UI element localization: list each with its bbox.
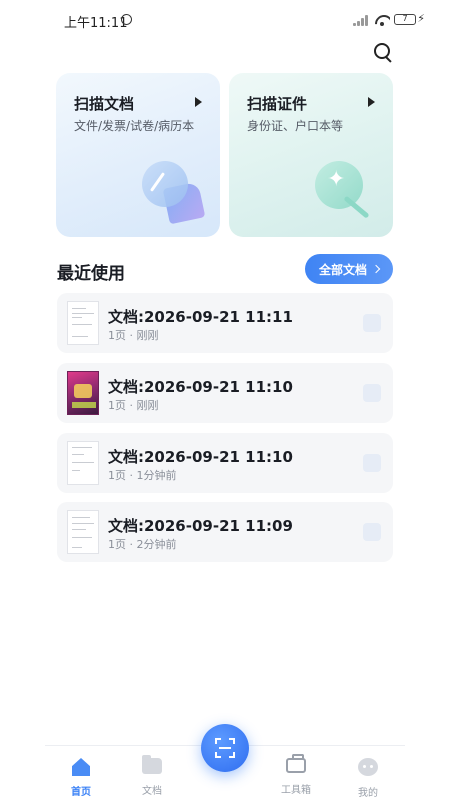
play-arrow-icon (195, 97, 202, 107)
document-meta: 1页 · 刚刚 (108, 399, 159, 412)
home-icon (71, 758, 91, 775)
document-thumbnail (67, 510, 99, 554)
list-item[interactable]: 文档:2026-09-21 11:11 1页 · 刚刚 (57, 293, 393, 353)
list-item[interactable]: 文档:2026-09-21 11:10 1页 · 刚刚 (57, 363, 393, 423)
document-illustration-icon (142, 161, 206, 225)
nav-label: 文档 (142, 786, 162, 797)
all-documents-label: 全部文档 (318, 262, 367, 277)
document-meta: 1页 · 2分钟前 (108, 538, 177, 551)
document-name: 文档:2026-09-21 11:11 (108, 308, 293, 326)
select-checkbox[interactable] (363, 384, 381, 402)
card-subtitle: 文件/发票/试卷/病历本 (74, 119, 195, 133)
scan-id-card[interactable]: 扫描证件 身份证、户口本等 ✦ (229, 73, 393, 237)
card-subtitle: 身份证、户口本等 (247, 119, 344, 133)
document-name: 文档:2026-09-21 11:10 (108, 378, 293, 396)
folder-icon (142, 755, 162, 774)
document-meta: 1页 · 1分钟前 (108, 469, 177, 482)
magic-wand-icon: ✦ (315, 161, 375, 221)
recent-section-title: 最近使用 (57, 264, 125, 284)
list-item[interactable]: 文档:2026-09-21 11:10 1页 · 1分钟前 (57, 433, 393, 493)
all-documents-button[interactable]: 全部文档 (305, 254, 393, 284)
document-name: 文档:2026-09-21 11:10 (108, 448, 293, 466)
select-checkbox[interactable] (363, 523, 381, 541)
scan-document-card[interactable]: 扫描文档 文件/发票/试卷/病历本 (56, 73, 220, 237)
chevron-right-icon (371, 264, 381, 274)
profile-icon (358, 758, 378, 776)
nav-item-profile[interactable]: 我的 (343, 758, 393, 799)
select-checkbox[interactable] (363, 314, 381, 332)
card-title: 扫描文档 (74, 95, 135, 113)
status-time: 上午11:11 (64, 16, 128, 31)
status-icons: 7 ⚡ (353, 12, 425, 26)
select-checkbox[interactable] (363, 454, 381, 472)
alarm-icon (121, 14, 132, 25)
nav-label: 工具箱 (281, 785, 311, 796)
wifi-icon (374, 14, 390, 26)
search-icon[interactable] (374, 43, 392, 61)
document-thumbnail (67, 441, 99, 485)
nav-label: 我的 (358, 788, 378, 799)
signal-icon (353, 14, 369, 26)
scan-frame-icon (215, 738, 235, 758)
charging-icon: ⚡ (417, 12, 425, 25)
document-name: 文档:2026-09-21 11:09 (108, 517, 293, 535)
nav-label: 首页 (71, 787, 91, 798)
nav-item-toolbox[interactable]: 工具箱 (271, 754, 321, 796)
document-meta: 1页 · 刚刚 (108, 329, 159, 342)
status-bar: 上午11:11 7 ⚡ (0, 0, 450, 40)
battery-icon: 7 (394, 14, 416, 25)
scan-button[interactable] (201, 724, 249, 772)
card-title: 扫描证件 (247, 95, 308, 113)
nav-item-home[interactable]: 首页 (56, 758, 106, 798)
toolbox-icon (286, 754, 306, 773)
play-arrow-icon (368, 97, 375, 107)
nav-item-documents[interactable]: 文档 (127, 755, 177, 797)
document-thumbnail (67, 371, 99, 415)
list-item[interactable]: 文档:2026-09-21 11:09 1页 · 2分钟前 (57, 502, 393, 562)
document-thumbnail (67, 301, 99, 345)
